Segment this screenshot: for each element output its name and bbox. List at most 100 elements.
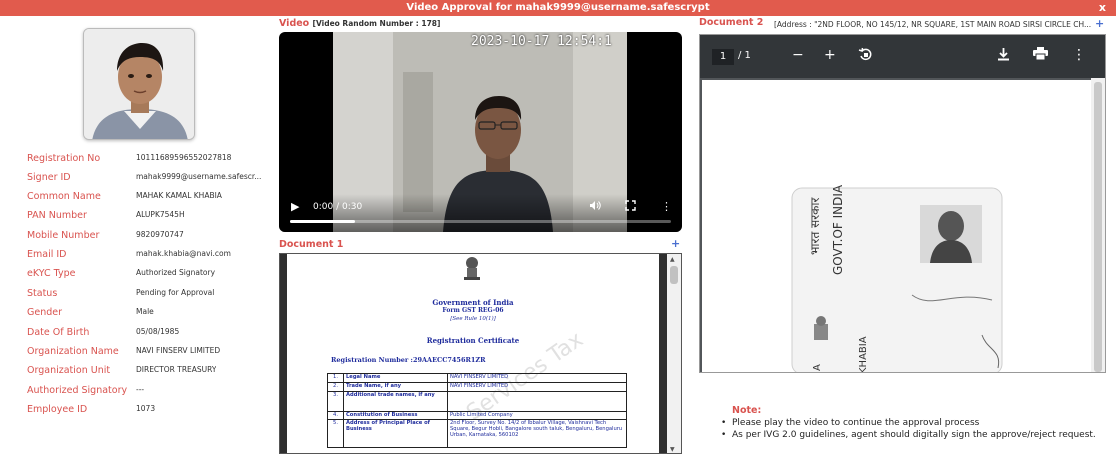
scroll-down-icon[interactable]: ▼ [670,446,675,453]
field-label: PAN Number [27,210,87,221]
document1-viewer[interactable]: Government of India Form GST REG-06 [See… [279,253,682,454]
pdf-scrollbar[interactable] [1091,78,1105,372]
field-label: Email ID [27,249,67,260]
document1-page: Government of India Form GST REG-06 [See… [287,254,659,453]
field-value: 1073 [136,404,156,413]
table-row: 5. Address of Principal Place of Business… [327,419,627,449]
download-icon[interactable] [997,47,1010,65]
table-cell: 2. [327,381,344,392]
field-registration-no: Registration No 10111689596552027818 [27,153,267,169]
volume-icon[interactable] [589,200,601,214]
pdf-scroll-thumb[interactable] [1094,82,1102,372]
scroll-thumb[interactable] [670,266,678,284]
pan-card-scan: भारत सरकार GOVT.OF INDIA KHABIA IA [702,80,1091,373]
pdf-toolbar: 1 / 1 − + ⋮ [700,35,1105,78]
table-cell: Public Limited Company [447,410,627,421]
video-progress-bar[interactable] [290,220,671,223]
note-list: Please play the video to continue the ap… [718,417,1098,441]
field-signer-id: Signer ID mahak9999@username.safescr... [27,172,267,188]
table-cell: NAVI FINSERV LIMITED [447,373,627,383]
video-heading: Video [Video Random Number : 178] [279,18,440,29]
card-hindi-text: भारत सरकार [808,197,822,255]
doc-registration-number: Registration Number :29AAECC7456R1ZR [331,356,486,364]
table-cell: Legal Name [343,373,448,383]
video-time: 0:00 / 0:30 [313,202,363,212]
document2-expand-icon[interactable]: + [1095,17,1104,30]
card-govt-text: GOVT.OF INDIA [831,184,845,275]
table-cell: 2nd Floor, Survey No. 14/2 of Ibbalur Vi… [447,419,627,449]
field-common-name: Common Name MAHAK KAMAL KHABIA [27,191,267,207]
field-value: mahak9999@username.safescr... [136,172,262,181]
note-title: Note: [732,405,762,416]
video-player[interactable]: 2023-10-17 12:54:1 ▶ 0:00 / 0:30 ⋮ [279,32,682,232]
table-row: 1. Legal Name NAVI FINSERV LIMITED [327,373,627,383]
doc-heading-rule: [See Rule 10(1)] [450,316,496,322]
field-value: mahak.khabia@navi.com [136,249,231,258]
field-date-of-birth: Date Of Birth 05/08/1985 [27,327,267,343]
field-label: Gender [27,307,63,318]
field-value: ALUPK7545H [136,210,185,219]
print-icon[interactable] [1033,47,1048,64]
field-label: Status [27,288,58,299]
field-label: Registration No [27,153,101,164]
zoom-out-icon[interactable]: − [792,47,804,63]
field-status: Status Pending for Approval [27,288,267,304]
card-name-fragment-2: IA [812,364,823,373]
scroll-up-icon[interactable]: ▲ [670,256,675,263]
doc-heading-government: Government of India [432,298,514,307]
document1-title: Document 1 [279,239,344,250]
field-mobile-number: Mobile Number 9820970747 [27,230,267,246]
field-pan-number: PAN Number ALUPK7545H [27,210,267,226]
field-value: Authorized Signatory [136,268,216,277]
table-cell: 1. [327,373,344,383]
pdf-page-input[interactable]: 1 [712,49,734,65]
gst-details-table: 1. Legal Name NAVI FINSERV LIMITED 2. Trade… [327,373,627,449]
field-ekyc-type: eKYC Type Authorized Signatory [27,268,267,284]
card-name-fragment: KHABIA [858,336,869,373]
table-cell: Constitution of Business [343,410,448,421]
field-value: NAVI FINSERV LIMITED [136,346,221,355]
document2-header: Document 2 [Address : "2ND FLOOR, NO 145… [699,17,1106,33]
document2-address: [Address : "2ND FLOOR, NO 145/12, NR SQU… [774,20,1092,29]
field-email-id: Email ID mahak.khabia@navi.com [27,249,267,265]
table-cell: Trade Name, if any [343,381,448,392]
field-value: MAHAK KAMAL KHABIA [136,191,222,200]
field-value: Pending for Approval [136,288,215,297]
pdf-page-total: / 1 [738,50,751,61]
play-icon[interactable]: ▶ [291,200,299,213]
field-value: Male [136,307,154,316]
table-cell: 5. [327,419,344,449]
note-item: Please play the video to continue the ap… [718,417,1098,429]
video-progress-fill [290,220,355,223]
field-authorized-signatory: Authorized Signatory --- [27,385,267,401]
field-label: Organization Name [27,346,119,357]
field-organization-name: Organization Name NAVI FINSERV LIMITED [27,346,267,362]
document2-viewer[interactable]: 1 / 1 − + ⋮ भारत सरकार GOVT.OF INDIA KHA [699,34,1106,373]
field-label: eKYC Type [27,268,76,279]
document1-scrollbar[interactable]: ▲ ▼ [667,254,681,453]
field-employee-id: Employee ID 1073 [27,404,267,420]
field-value: --- [136,385,145,394]
zoom-in-icon[interactable]: + [824,47,836,63]
video-title: Video [279,18,310,29]
doc-heading-form: Form GST REG-06 [442,307,504,314]
field-value: DIRECTOR TREASURY [136,365,217,374]
rotate-icon[interactable] [858,47,873,66]
field-value: 9820970747 [136,230,184,239]
table-cell [447,390,627,412]
more-options-icon[interactable]: ⋮ [1072,47,1086,63]
table-cell: 4. [327,410,344,421]
table-row: 2. Trade Name, if any NAVI FINSERV LIMITED [327,381,627,392]
table-row: 4. Constitution of Business Public Limited… [327,410,627,421]
table-cell: Address of Principal Place of Business [343,419,448,449]
document1-expand-icon[interactable]: + [671,237,680,250]
video-random-number: [Video Random Number : 178] [312,19,441,28]
video-timestamp: 2023-10-17 12:54:1 [471,34,612,49]
close-icon[interactable]: x [1099,0,1106,16]
fullscreen-icon[interactable] [625,200,636,214]
field-organization-unit: Organization Unit DIRECTOR TREASURY [27,365,267,381]
window-title: Video Approval for mahak9999@username.sa… [406,2,710,13]
applicant-photo [83,28,195,140]
more-options-icon[interactable]: ⋮ [661,200,672,213]
field-label: Authorized Signatory [27,385,128,396]
